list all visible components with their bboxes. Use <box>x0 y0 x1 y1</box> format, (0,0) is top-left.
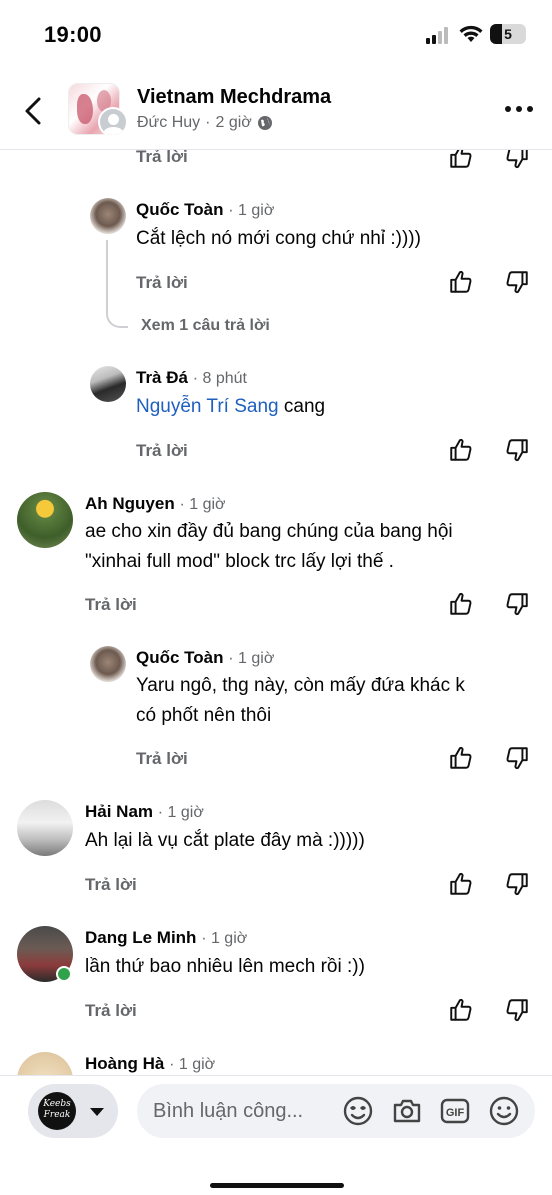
comment-header: Dang Le Minh · 1 giờ <box>85 928 247 948</box>
comment-time: · 8 phút <box>192 370 247 387</box>
cellular-signal-icon <box>426 26 452 44</box>
comment-placeholder: Bình luận công... <box>153 1100 304 1122</box>
avatar-sticker-icon[interactable] <box>342 1095 374 1127</box>
thumbs-down-icon[interactable] <box>504 745 530 771</box>
comment-time: · 1 giờ <box>201 930 248 947</box>
comment-text: Cắt lệch nó mới cong chứ nhỉ :)))) <box>136 228 421 249</box>
comment-time: · 1 giờ <box>169 1056 216 1073</box>
commenter-name[interactable]: Hoàng Hà <box>85 1054 164 1073</box>
status-time: 19:00 <box>44 22 102 47</box>
thumbs-up-icon[interactable] <box>448 745 474 771</box>
post-meta: Đức Huy · 2 giờ <box>137 114 273 132</box>
battery-level: 5 <box>504 26 512 42</box>
back-button[interactable] <box>20 96 48 126</box>
svg-text:GIF: GIF <box>446 1107 465 1119</box>
post-time: 2 giờ <box>215 114 252 131</box>
comment-text: Ah lại là vụ cắt plate đây mà :))))) <box>85 830 365 851</box>
online-status-badge <box>56 966 72 982</box>
author-name[interactable]: Đức Huy <box>137 114 200 132</box>
account-switcher[interactable]: Keebs Freak <box>28 1084 118 1138</box>
comment-input[interactable]: Bình luận công... GIF <box>137 1084 535 1138</box>
commenter-name[interactable]: Ah Nguyen <box>85 494 175 513</box>
more-options-button[interactable] <box>505 106 533 112</box>
commenter-name[interactable]: Dang Le Minh <box>85 928 196 947</box>
avatar[interactable] <box>90 366 126 402</box>
comment-time: · 1 giờ <box>228 650 275 667</box>
comment-text-line: ae cho xin đầy đủ bang chúng của bang hộ… <box>85 521 453 542</box>
comment-header: Quốc Toàn · 1 giờ <box>136 200 274 220</box>
thumbs-up-icon[interactable] <box>448 591 474 617</box>
reply-link[interactable]: Trả lời <box>85 595 137 615</box>
wifi-icon <box>459 25 483 42</box>
comment-header: Ah Nguyen · 1 giờ <box>85 494 226 514</box>
comment-text: lần thứ bao nhiêu lên mech rồi :)) <box>85 956 365 977</box>
commenter-name[interactable]: Hải Nam <box>85 802 153 821</box>
page-logo: Keebs Freak <box>38 1092 76 1130</box>
camera-icon[interactable] <box>391 1095 423 1127</box>
comment-text-line: "xinhai full mod" block trc lấy lợi thế … <box>85 551 394 572</box>
avatar[interactable] <box>90 198 126 234</box>
thumbs-up-icon[interactable] <box>448 997 474 1023</box>
thumbs-down-icon[interactable] <box>504 997 530 1023</box>
avatar[interactable] <box>17 492 73 548</box>
reply-link[interactable]: Trả lời <box>136 441 188 461</box>
comment-text: Nguyễn Trí Sang cang <box>136 392 325 422</box>
reply-link[interactable]: Trả lời <box>136 749 188 769</box>
home-indicator <box>210 1183 344 1188</box>
mention-link[interactable]: Nguyễn Trí Sang <box>136 396 279 417</box>
thumbs-up-icon[interactable] <box>448 150 474 170</box>
comment-time: · 1 giờ <box>157 804 204 821</box>
reply-link[interactable]: Trả lời <box>85 875 137 895</box>
comment-text-line: có phốt nên thôi <box>136 705 272 726</box>
commenter-name[interactable]: Trà Đá <box>136 368 188 387</box>
reply-link[interactable]: Trả lời <box>85 1001 137 1021</box>
thumbs-down-icon[interactable] <box>504 150 530 170</box>
comment-header: Hải Nam · 1 giờ <box>85 802 204 822</box>
reply-link[interactable]: Trả lời <box>136 150 188 167</box>
comment-text-rest: cang <box>278 396 326 417</box>
author-avatar[interactable] <box>98 107 128 137</box>
view-replies-link[interactable]: Xem 1 câu trả lời <box>141 317 270 335</box>
post-header: Vietnam Mechdrama Đức Huy · 2 giờ <box>0 70 552 150</box>
thumbs-down-icon[interactable] <box>504 591 530 617</box>
status-bar: 19:00 5 <box>0 0 552 70</box>
reply-link[interactable]: Trả lời <box>136 273 188 293</box>
comment-time: · 1 giờ <box>228 202 275 219</box>
avatar[interactable] <box>17 1052 73 1075</box>
thumbs-up-icon[interactable] <box>448 871 474 897</box>
commenter-name[interactable]: Quốc Toàn <box>136 648 224 667</box>
globe-icon <box>257 116 272 130</box>
group-title[interactable]: Vietnam Mechdrama <box>137 86 331 109</box>
thumbs-down-icon[interactable] <box>504 269 530 295</box>
thread-connector <box>106 240 128 328</box>
commenter-name[interactable]: Quốc Toàn <box>136 200 224 219</box>
battery-icon: 5 <box>490 24 526 44</box>
emoji-icon[interactable] <box>488 1095 520 1127</box>
comment-composer: Keebs Freak Bình luận công... GIF <box>0 1075 552 1195</box>
avatar[interactable] <box>17 800 73 856</box>
gif-icon[interactable]: GIF <box>439 1095 471 1127</box>
comment-text-line: Yaru ngô, thg này, còn mấy đứa khác k <box>136 675 465 696</box>
chevron-down-icon <box>90 1108 104 1116</box>
comment-feed[interactable]: Trả lời Quốc Toàn · 1 giờ Cắt lệch nó mớ… <box>0 150 552 1075</box>
comment-time: · 1 giờ <box>179 496 226 513</box>
avatar[interactable] <box>90 646 126 682</box>
comment-header: Hoàng Hà · 1 giờ <box>85 1054 215 1074</box>
comment-header: Quốc Toàn · 1 giờ <box>136 648 274 668</box>
comment-header: Trà Đá · 8 phút <box>136 368 247 388</box>
thumbs-down-icon[interactable] <box>504 871 530 897</box>
meta-separator: · <box>205 114 211 131</box>
thumbs-up-icon[interactable] <box>448 437 474 463</box>
thumbs-down-icon[interactable] <box>504 437 530 463</box>
thumbs-up-icon[interactable] <box>448 269 474 295</box>
